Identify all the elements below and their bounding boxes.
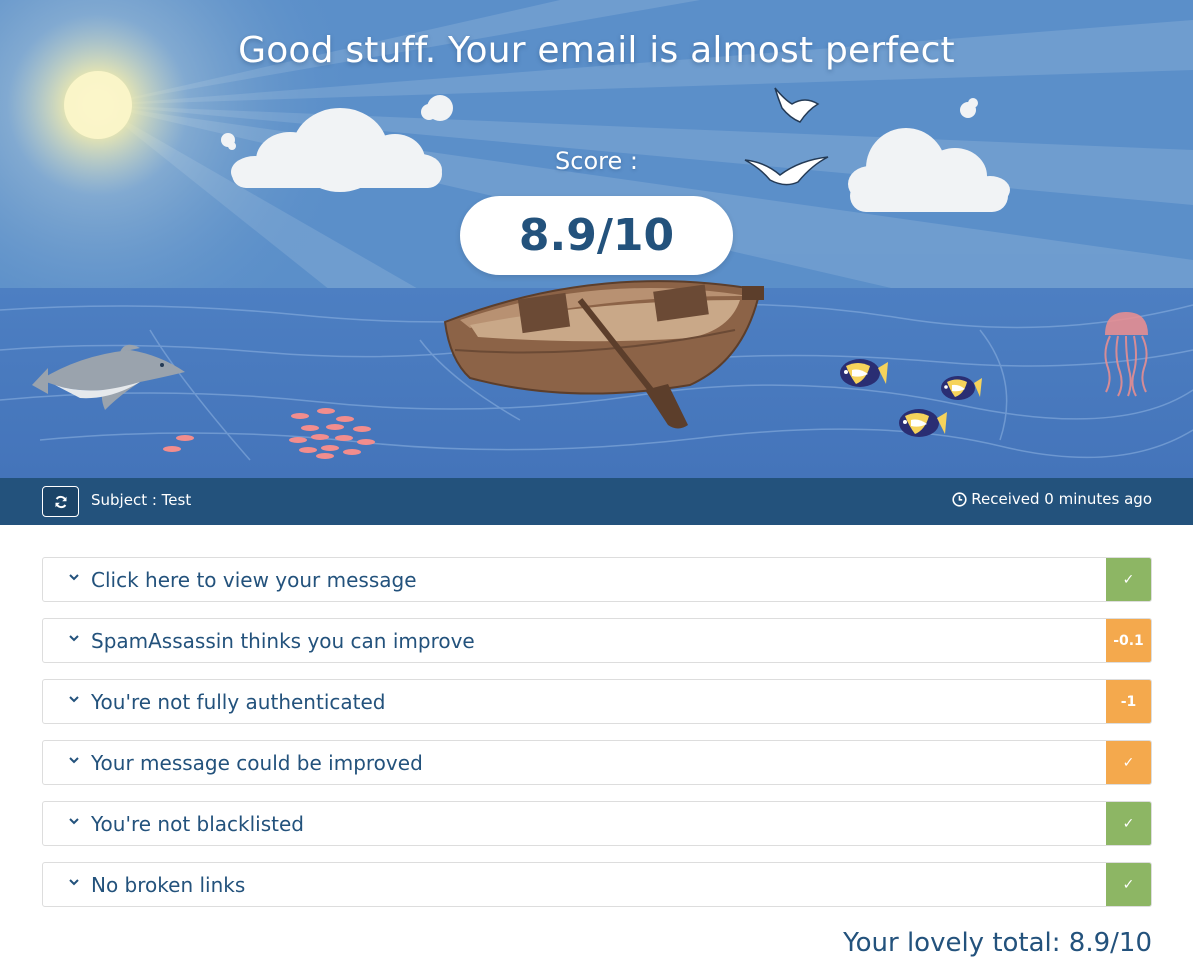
check-spamassassin[interactable]: SpamAssassin thinks you can improve -0.1 [42,618,1152,663]
message-info-bar: Subject : Test Received 0 minutes ago [0,478,1193,525]
score-label: Score : [555,147,638,175]
chevron-down-icon [69,818,79,825]
check-broken-links[interactable]: No broken links ✓ [42,862,1152,907]
check-authentication[interactable]: You're not fully authenticated -1 [42,679,1152,724]
received-time: Received 0 minutes ago [952,490,1152,508]
check-label: No broken links [91,873,246,897]
sun-icon [64,71,132,139]
refresh-button[interactable] [42,486,79,517]
check-label: You're not fully authenticated [91,690,386,714]
check-status-badge: -0.1 [1106,619,1151,662]
total-score: Your lovely total: 8.9/10 [843,928,1152,958]
check-label: Your message could be improved [91,751,423,775]
chevron-down-icon [69,879,79,886]
check-status-badge: ✓ [1106,558,1151,601]
check-status-badge: ✓ [1106,741,1151,784]
subject-text: Subject : Test [91,491,192,509]
check-label: SpamAssassin thinks you can improve [91,629,475,653]
check-status-badge: ✓ [1106,802,1151,845]
chevron-down-icon [69,574,79,581]
score-value: 8.9/10 [460,196,733,275]
check-message-content[interactable]: Your message could be improved ✓ [42,740,1152,785]
check-label: You're not blacklisted [91,812,304,836]
check-blacklist[interactable]: You're not blacklisted ✓ [42,801,1152,846]
chevron-down-icon [69,635,79,642]
check-results-list: Click here to view your message ✓ SpamAs… [42,557,1152,923]
received-text: Received 0 minutes ago [971,490,1152,508]
check-label: Click here to view your message [91,568,417,592]
check-status-badge: -1 [1106,680,1151,723]
refresh-icon [55,495,66,508]
check-view-message[interactable]: Click here to view your message ✓ [42,557,1152,602]
chevron-down-icon [69,696,79,703]
clock-icon [952,491,967,507]
chevron-down-icon [69,757,79,764]
check-status-badge: ✓ [1106,863,1151,906]
hero-banner: Good stuff. Your email is almost perfect… [0,0,1193,478]
page-title: Good stuff. Your email is almost perfect [238,30,955,71]
